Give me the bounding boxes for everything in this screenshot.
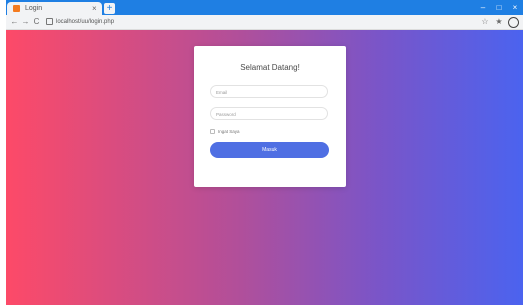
back-button[interactable]: ← bbox=[10, 15, 19, 29]
maximize-button[interactable]: □ bbox=[491, 0, 507, 15]
browser-toolbar: ← → C localhost/uu/login.php ☆ ★ bbox=[6, 15, 523, 30]
login-button[interactable]: Masuk bbox=[210, 142, 329, 158]
login-title: Selamat Datang! bbox=[240, 63, 300, 72]
extension-icon[interactable]: ★ bbox=[492, 15, 506, 29]
toolbar-actions: ☆ ★ bbox=[478, 15, 521, 29]
email-input[interactable]: Email bbox=[210, 85, 328, 98]
minimize-button[interactable]: – bbox=[475, 0, 491, 15]
password-input[interactable]: Password bbox=[210, 107, 328, 120]
bookmark-star-icon[interactable]: ☆ bbox=[478, 15, 492, 29]
favicon-icon bbox=[13, 5, 20, 12]
profile-avatar-icon[interactable] bbox=[508, 16, 519, 28]
tab-close-icon[interactable]: × bbox=[92, 3, 97, 14]
new-tab-button[interactable]: + bbox=[104, 3, 115, 14]
tab-title: Login bbox=[25, 5, 43, 12]
tab-strip: Login × + – □ × bbox=[6, 0, 523, 15]
browser-window: Login × + – □ × ← → C localhost/uu/login… bbox=[6, 0, 523, 305]
window-controls: – □ × bbox=[475, 0, 523, 15]
forward-button[interactable]: → bbox=[21, 15, 30, 29]
close-window-button[interactable]: × bbox=[507, 0, 523, 15]
remember-label: Ingat Saya bbox=[218, 129, 240, 134]
address-bar[interactable]: localhost/uu/login.php bbox=[46, 17, 466, 27]
reload-button[interactable]: C bbox=[32, 15, 41, 29]
page-info-icon[interactable] bbox=[46, 17, 53, 25]
page-background: Selamat Datang! Email Password Ingat Say… bbox=[6, 30, 523, 305]
remember-me[interactable]: Ingat Saya bbox=[210, 128, 240, 135]
browser-tab[interactable]: Login × bbox=[7, 2, 102, 15]
remember-checkbox[interactable] bbox=[210, 129, 215, 134]
url-text: localhost/uu/login.php bbox=[56, 19, 115, 25]
login-card: Selamat Datang! Email Password Ingat Say… bbox=[194, 46, 346, 187]
